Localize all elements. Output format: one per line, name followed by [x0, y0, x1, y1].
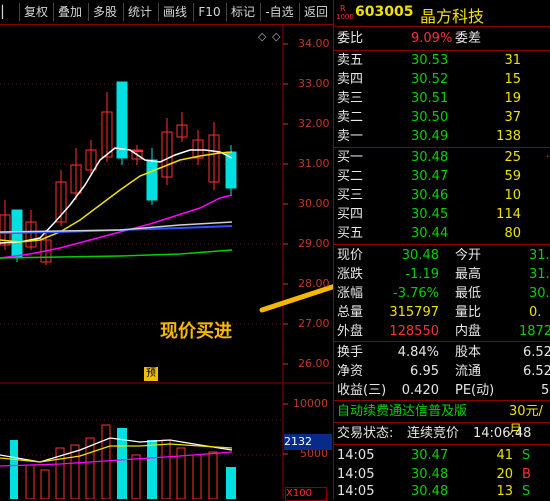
sell-row[interactable]: 卖一 30.49 138 [337, 127, 550, 146]
volume-axis-label: 10000 [293, 397, 328, 410]
sell-row[interactable]: 卖四 30.52 15 [337, 70, 550, 89]
quote-panel: R 1000 603005 晶方科技 委比 9.09% 委差 卖五 30.53 31… [333, 0, 550, 499]
event-marker-icon[interactable]: 预 [144, 367, 158, 381]
huaxian-button[interactable]: 画线 [158, 3, 191, 21]
sell-row[interactable]: 卖二 30.50 37 [337, 108, 550, 127]
fanhui-button[interactable]: 返回 [299, 3, 332, 21]
toolbar-edge: ▏ [2, 5, 12, 19]
f10-button[interactable]: F10 [193, 3, 225, 21]
quote-row: 现价 30.48 今开 31. [337, 248, 550, 263]
tongji-button[interactable]: 统计 [123, 3, 156, 21]
quote-row: 涨幅 -3.76% 最低 30. [337, 286, 550, 301]
trade-status-row: 交易状态: 连续竞价 14:06:48 [337, 424, 550, 443]
trade-status-time: 14:06:48 [473, 426, 532, 441]
price-axis-label: 31.00 [298, 157, 330, 170]
trade-status-label: 交易状态: [337, 426, 394, 441]
weibi-value: 9.09% [411, 31, 453, 46]
buy-row[interactable]: 买三 30.46 10 [337, 186, 550, 205]
sell-row[interactable]: 卖三 30.51 19 [337, 89, 550, 108]
stock-code: 603005 [355, 4, 414, 20]
weicha-label: 委差 [455, 31, 482, 46]
annotation-text: 现价买进 [160, 321, 232, 342]
buy-row[interactable]: 买五 30.44 80 [337, 224, 550, 243]
ad-text[interactable]: 自动续费通达信普及版 [337, 402, 467, 421]
fund-row: 净资 6.95 流通 6.52 [337, 364, 550, 379]
fund-row: 换手 4.84% 股本 6.52 [337, 345, 550, 360]
volume-readout: 2132 [284, 434, 332, 450]
zixuan-button[interactable]: -自选 [260, 3, 298, 21]
price-axis-label: 28.00 [298, 277, 330, 290]
buy-row[interactable]: 买二 30.47 59 [337, 167, 550, 186]
buy-row[interactable]: 买一 30.48 25 [337, 148, 550, 167]
weibi-label: 委比 [337, 31, 364, 46]
svg-text:◇: ◇ [258, 30, 267, 43]
subscription-ad[interactable]: 自动续费通达信普及版 30元/月 [337, 402, 550, 438]
biaoji-button[interactable]: 标记 [226, 3, 259, 21]
weibi-row: 委比 9.09% 委差 [337, 29, 550, 48]
svg-text:◇: ◇ [272, 30, 281, 43]
badge-bottom: 1000 [336, 13, 354, 21]
stock-badge: R 1000 [336, 4, 354, 22]
price-axis-label: 29.00 [298, 237, 330, 250]
tick-row: 14:05 30.48 13 S [337, 484, 531, 499]
price-axis-label: 32.00 [298, 117, 330, 130]
price-axis-label: 26.00 [298, 357, 330, 370]
tick-row: 14:05 30.47 41 S [337, 448, 531, 463]
candles [0, 81, 237, 265]
kline-chart[interactable]: ◇ ◇ 34.00 33.00 32.00 31.00 30.00 29.00 … [0, 25, 333, 501]
quote-row: 总量 315797 量比 0. [337, 305, 542, 320]
fuquan-button[interactable]: 复权 [19, 3, 52, 21]
quote-row: 涨跌 -1.19 最高 31. [337, 267, 550, 282]
duogu-button[interactable]: 多股 [88, 3, 121, 21]
stock-name: 晶方科技 [420, 7, 485, 26]
trade-status-value: 连续竞价 [407, 426, 460, 441]
sell-row[interactable]: 卖五 30.53 31 [337, 51, 550, 70]
diejia-button[interactable]: 叠加 [53, 3, 86, 21]
kline-svg: ◇ ◇ [0, 25, 333, 499]
price-axis-label: 33.00 [298, 77, 330, 90]
price-axis-label: 27.00 [298, 317, 330, 330]
buy-row[interactable]: 买四 30.45 114 [337, 205, 550, 224]
price-axis-label: 30.00 [298, 197, 330, 210]
price-axis-label: 34.00 [298, 37, 330, 50]
quote-row: 外盘 128550 内盘 1872 [337, 324, 550, 339]
fund-row: 收益(三)0.420PE(动)54 [337, 383, 550, 398]
badge-top: R [340, 4, 346, 13]
edge-marker: · [546, 150, 550, 163]
toolbar: ▏ 复权 叠加 多股 统计 画线 F10 标记 -自选 返回 [0, 0, 333, 25]
volume-bars [0, 424, 236, 499]
